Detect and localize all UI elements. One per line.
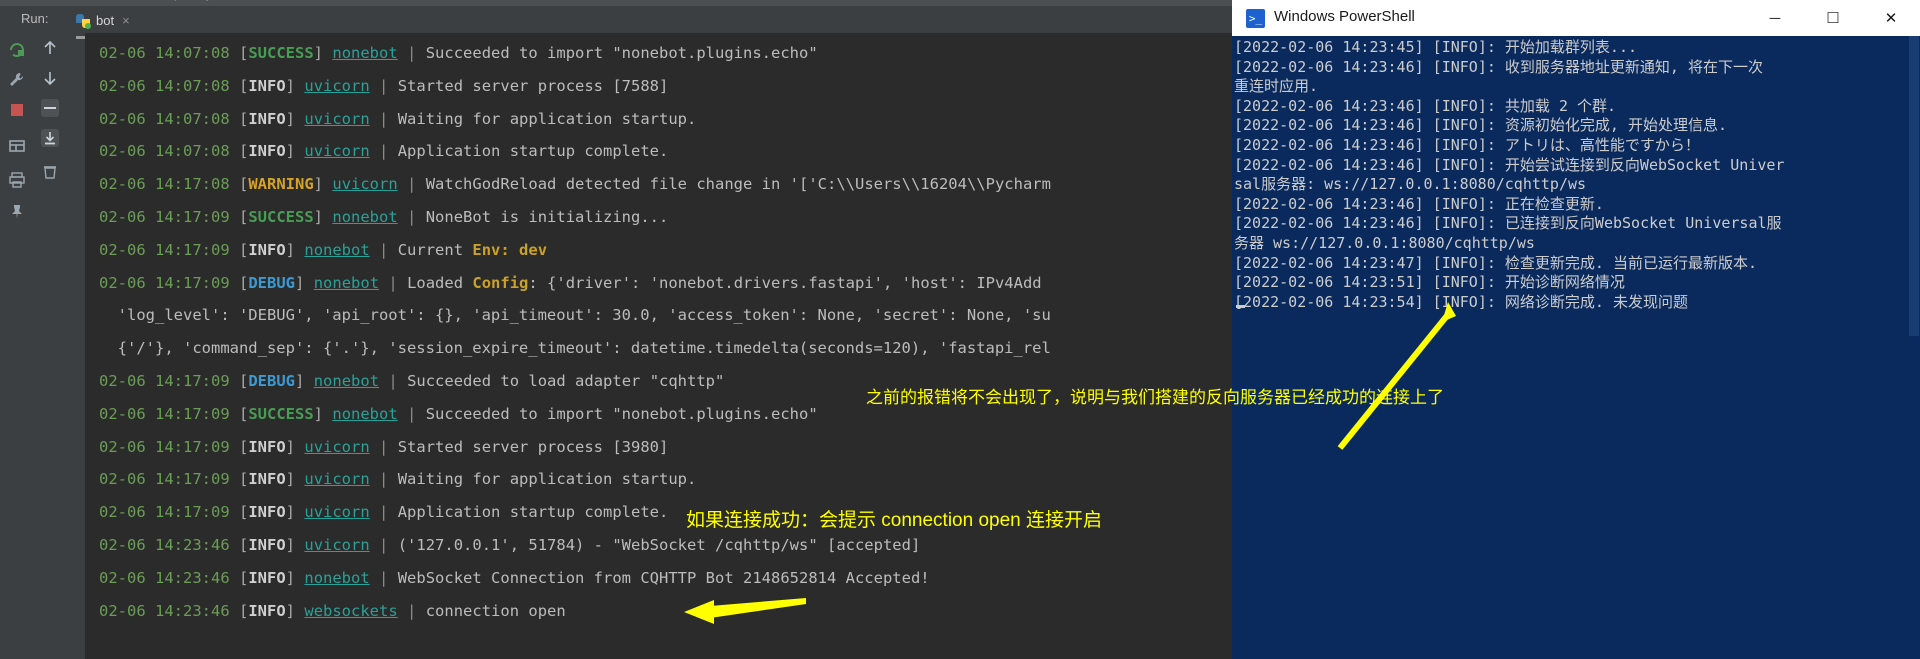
console-log-line: 'log_level': 'DEBUG', 'api_root': {}, 'a…	[99, 306, 1051, 325]
console-log-line: 02-06 14:07:08 [INFO] uvicorn | Applicat…	[99, 142, 669, 161]
console-log-line: 02-06 14:17:09 [DEBUG] nonebot | Loaded …	[99, 273, 1042, 292]
powershell-scrollbar[interactable]	[1908, 36, 1920, 659]
run-actions-toolbar	[0, 33, 33, 659]
scroll-to-end-icon[interactable]	[41, 129, 59, 147]
console-caret	[1236, 305, 1245, 308]
console-log-line: 02-06 14:07:08 [INFO] uvicorn | Started …	[99, 76, 669, 95]
rerun-icon[interactable]	[8, 41, 26, 59]
powershell-icon: >_	[1246, 9, 1265, 28]
window-controls: ─ ☐ ✕	[1746, 0, 1920, 36]
ide-window: docker-compose.yml Run: bot × Structure …	[0, 0, 1232, 659]
console-log-line: 02-06 14:17:09 [INFO] nonebot | Current …	[99, 240, 548, 259]
print-icon[interactable]	[8, 171, 26, 189]
arrow-down-icon[interactable]	[41, 69, 59, 87]
window-title: Windows PowerShell	[1274, 8, 1415, 25]
console-log-line: 02-06 14:07:08 [SUCCESS] nonebot | Succe…	[99, 44, 818, 62]
powershell-log-line: [2022-02-06 14:23:46] [INFO]: 共加载 2 个群.	[1234, 96, 1617, 115]
layout-grid-icon[interactable]	[8, 137, 26, 155]
powershell-log-line: sal服务器: ws://127.0.0.1:8080/cqhttp/ws	[1234, 175, 1587, 194]
powershell-log-line: [2022-02-06 14:23:54] [INFO]: 网络诊断完成. 未发…	[1234, 292, 1688, 311]
minimize-button[interactable]: ─	[1746, 0, 1804, 36]
console-log-line: 02-06 14:07:08 [INFO] uvicorn | Waiting …	[99, 109, 697, 128]
run-console-output[interactable]: 02-06 14:07:08 [SUCCESS] nonebot | Succe…	[85, 33, 1232, 659]
powershell-log-line: 重连时应用.	[1234, 77, 1319, 96]
run-toolwindow-header: Run: bot ×	[0, 6, 1232, 39]
run-label: Run:	[21, 11, 49, 26]
run-tab-label: bot	[96, 13, 115, 28]
soft-wrap-icon[interactable]	[41, 99, 59, 117]
powershell-titlebar[interactable]: >_ Windows PowerShell ─ ☐ ✕	[1232, 0, 1920, 36]
powershell-window: >_ Windows PowerShell ─ ☐ ✕ [2022-02-06 …	[1232, 0, 1920, 659]
arrow-up-icon[interactable]	[41, 39, 59, 57]
settings-wrench-icon[interactable]	[8, 71, 26, 89]
powershell-log-line: [2022-02-06 14:23:46] [INFO]: 收到服务器地址更新通…	[1234, 57, 1763, 76]
editor-tab-docker-compose[interactable]: docker-compose.yml	[106, 0, 226, 1]
console-log-line: 02-06 14:17:09 [INFO] uvicorn | Waiting …	[99, 470, 697, 489]
console-log-line: 02-06 14:17:09 [INFO] uvicorn | Started …	[99, 437, 669, 456]
powershell-log-line: [2022-02-06 14:23:47] [INFO]: 检查更新完成. 当前…	[1234, 253, 1758, 272]
close-button[interactable]: ✕	[1862, 0, 1920, 36]
console-log-line: 02-06 14:23:46 [INFO] websockets | conne…	[99, 601, 566, 620]
maximize-button[interactable]: ☐	[1804, 0, 1862, 36]
pin-icon[interactable]	[8, 203, 26, 221]
screenshot-root: docker-compose.yml Run: bot × Structure …	[0, 0, 1920, 659]
console-log-line: 02-06 14:23:46 [INFO] nonebot | WebSocke…	[99, 568, 930, 587]
python-icon	[76, 13, 91, 29]
powershell-log-line: [2022-02-06 14:23:51] [INFO]: 开始诊断网络情况	[1234, 273, 1625, 292]
run-tab-bot[interactable]: bot ×	[68, 8, 138, 33]
console-log-line: {'/'}, 'command_sep': {'.'}, 'session_ex…	[99, 339, 1051, 358]
console-log-line: 02-06 14:23:46 [INFO] uvicorn | ('127.0.…	[99, 535, 921, 554]
powershell-log-line: [2022-02-06 14:23:46] [INFO]: 资源初始化完成, 开…	[1234, 116, 1728, 135]
powershell-log-line: [2022-02-06 14:23:46] [INFO]: 已连接到反向WebS…	[1234, 214, 1782, 233]
powershell-log-line: [2022-02-06 14:23:46] [INFO]: アトリは、高性能です…	[1234, 135, 1700, 154]
run-console-toolbar	[33, 33, 69, 659]
console-scrollbar[interactable]	[1222, 33, 1232, 659]
close-icon[interactable]: ×	[122, 13, 130, 28]
powershell-log-line: 务器 ws://127.0.0.1:8080/cqhttp/ws	[1234, 233, 1535, 252]
powershell-log-line: [2022-02-06 14:23:45] [INFO]: 开始加载群列表...	[1234, 38, 1638, 56]
powershell-log-line: [2022-02-06 14:23:46] [INFO]: 开始尝试连接到反向W…	[1234, 155, 1785, 174]
powershell-console-output[interactable]: [2022-02-06 14:23:45] [INFO]: 开始加载群列表...…	[1232, 36, 1920, 659]
trash-icon[interactable]	[41, 163, 59, 181]
powershell-log-line: [2022-02-06 14:23:46] [INFO]: 正在检查更新.	[1234, 194, 1604, 213]
console-log-line: 02-06 14:17:09 [SUCCESS] nonebot | NoneB…	[99, 207, 669, 226]
console-log-line: 02-06 14:17:08 [WARNING] uvicorn | Watch…	[99, 175, 1051, 194]
annotation-note-top: 之前的报错将不会出现了，说明与我们搭建的反向服务器已经成功的连接上了	[866, 388, 1444, 407]
stop-icon[interactable]	[8, 101, 26, 119]
annotation-note-bottom: 如果连接成功：会提示 connection open 连接开启	[686, 510, 1103, 531]
